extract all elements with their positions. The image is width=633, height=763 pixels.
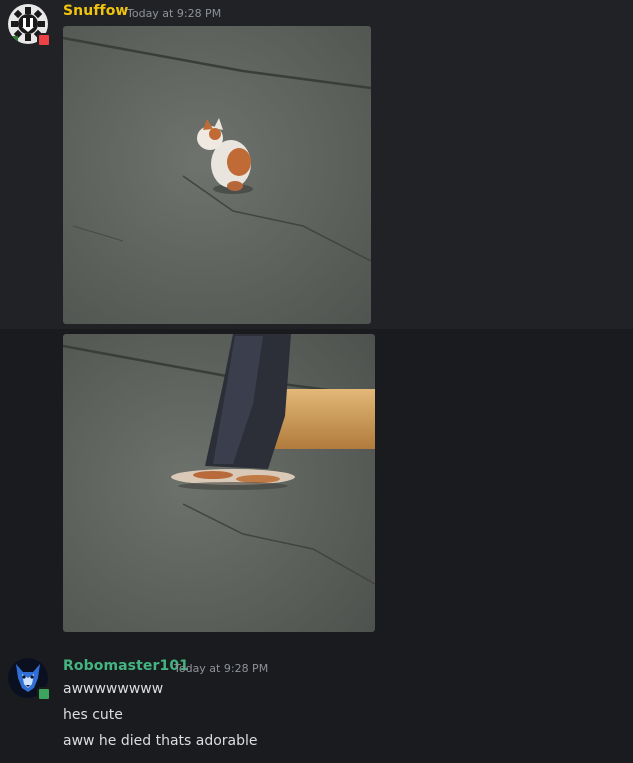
kitten-video-thumbnail [63,26,371,324]
author-name[interactable]: Robomaster101 [63,658,189,674]
message-timestamp: Today at 9:28 PM [174,662,269,675]
message-text: hes cute [63,707,123,723]
video-attachment-kitten[interactable] [63,26,371,324]
mallet-video-thumbnail [63,334,375,632]
author-name[interactable]: Snuffow [63,3,128,19]
avatar-robomaster101[interactable] [8,658,51,701]
message-text: awwwwwwww [63,681,164,697]
message-text: aww he died thats adorable [63,733,258,749]
status-indicator-online [37,687,51,701]
video-attachment-mallet[interactable] [63,334,375,632]
message-timestamp: Today at 9:28 PM [127,7,222,20]
status-indicator-dnd [37,33,51,47]
avatar-snuffow[interactable] [8,4,51,47]
